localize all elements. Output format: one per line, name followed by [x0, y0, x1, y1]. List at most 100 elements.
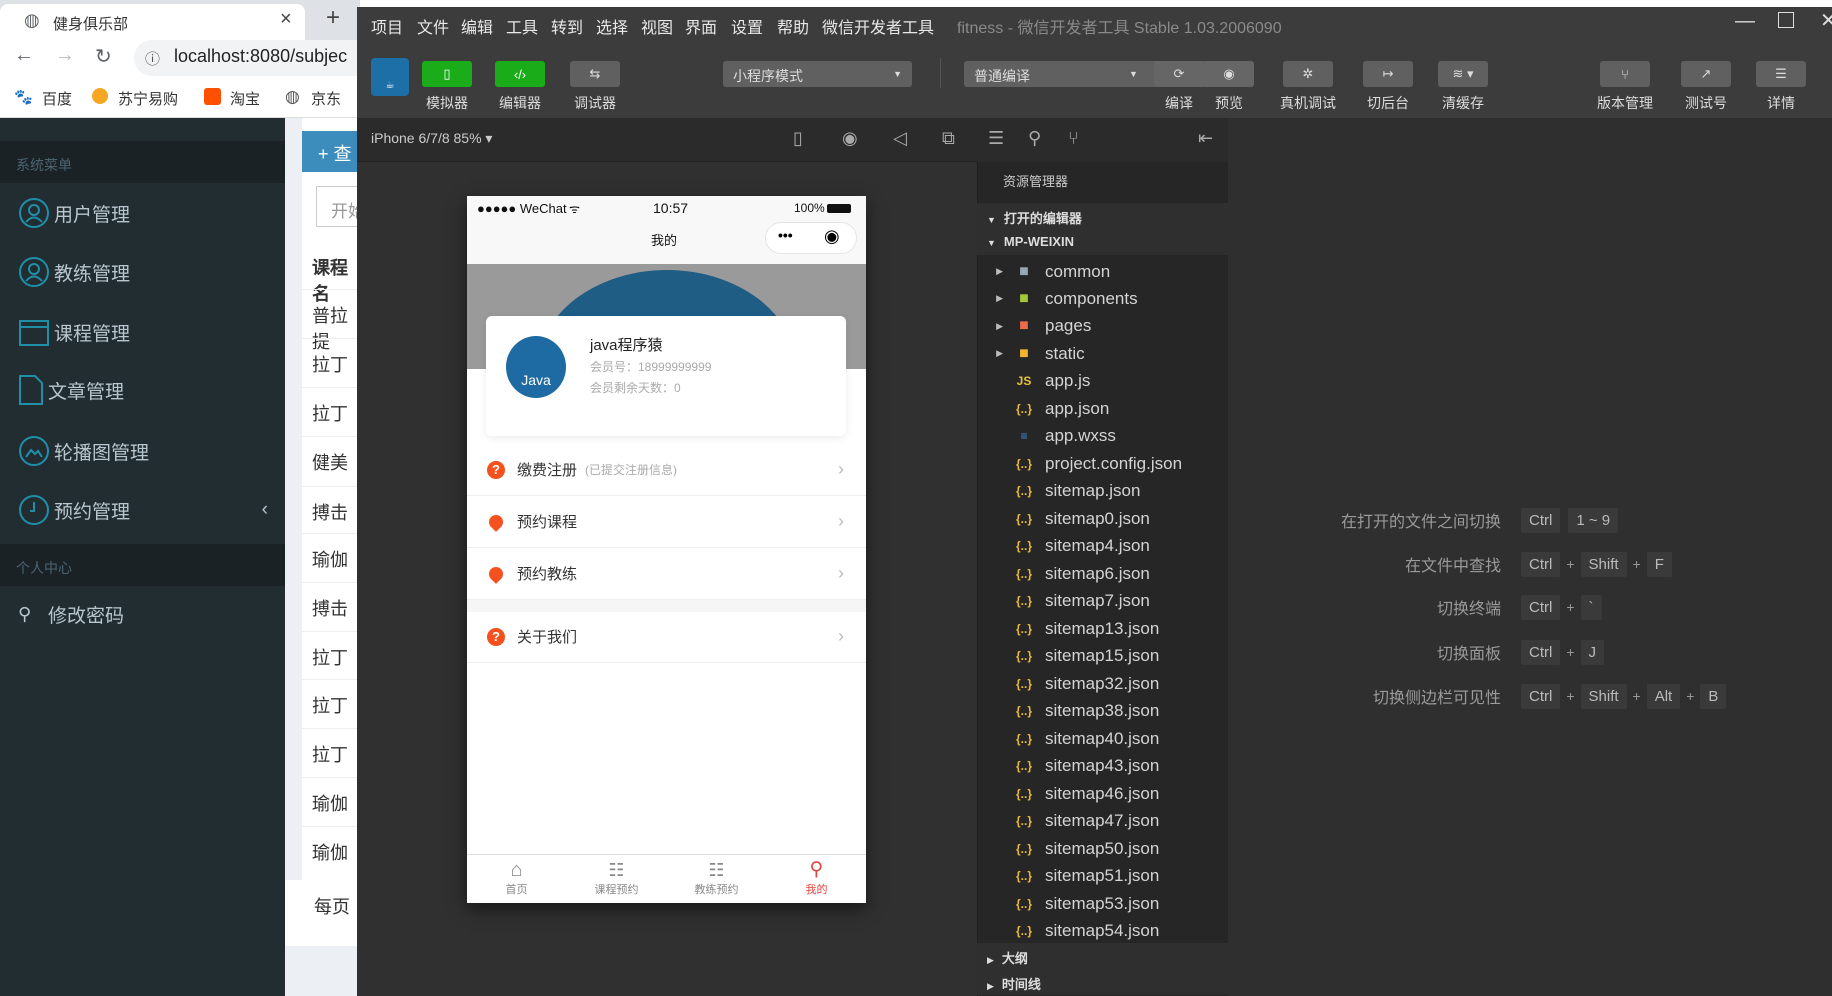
menu-item-book-coach[interactable]: 预约教练 › [467, 548, 866, 600]
debugger-button[interactable]: ⇆ [570, 61, 620, 87]
new-tab-button[interactable]: + [326, 4, 340, 32]
sidebar-item-bookings[interactable]: 预约管理 ‹ [18, 490, 268, 530]
info-icon[interactable]: ⓘ [145, 48, 160, 69]
file-item[interactable]: {..} sitemap47.json [977, 808, 1228, 835]
sidebar-item-courses[interactable]: 课程管理 [18, 312, 130, 352]
folder-item[interactable]: ▶ ■ common [977, 258, 1228, 285]
menu-item[interactable]: 选择 [596, 14, 628, 38]
file-item[interactable]: JS app.js [977, 368, 1228, 395]
url-text[interactable]: localhost:8080/subjec [174, 46, 347, 67]
file-item[interactable]: {..} sitemap0.json [977, 505, 1228, 532]
menu-item[interactable]: 文件 [417, 14, 449, 38]
table-row[interactable]: 健美 [302, 436, 360, 484]
tab-home[interactable]: ⌂ 首页 [467, 859, 566, 897]
table-row[interactable]: 拉丁 [302, 679, 360, 727]
version-button[interactable]: ⑂ [1600, 61, 1650, 87]
bookmark-suning[interactable]: 苏宁易购 [118, 88, 178, 109]
open-editors-section[interactable]: ▼ 打开的编辑器 [977, 203, 1228, 229]
tab-coach-booking[interactable]: ☷ 教练预约 [667, 859, 766, 897]
file-item[interactable]: {..} sitemap4.json [977, 533, 1228, 560]
table-row[interactable]: 瑜伽 [302, 826, 360, 874]
folder-item[interactable]: ▶ ■ components [977, 285, 1228, 312]
sidebar-item-change-password[interactable]: ⚲ 修改密码 [18, 594, 124, 634]
git-branch-icon[interactable]: ⑂ [1068, 128, 1079, 149]
menu-item[interactable]: 转到 [551, 14, 583, 38]
bookmark-baidu[interactable]: 百度 [42, 88, 72, 109]
table-row[interactable]: 瑜伽 [302, 777, 360, 825]
add-button[interactable]: + 查 [302, 131, 362, 172]
table-row[interactable]: 拉丁 [302, 338, 360, 386]
menu-item[interactable]: 帮助 [777, 14, 809, 38]
menu-item-about[interactable]: ? 关于我们 › [467, 611, 866, 663]
sidebar-item-articles[interactable]: 文章管理 [18, 370, 124, 410]
file-item[interactable]: {..} sitemap.json [977, 478, 1228, 505]
table-row[interactable]: 瑜伽 [302, 533, 360, 581]
menu-item[interactable]: 工具 [506, 14, 538, 38]
mode-select[interactable]: 小程序模式 ▼ [723, 61, 912, 87]
file-item[interactable]: {..} sitemap53.json [977, 890, 1228, 917]
file-item[interactable]: {..} sitemap54.json [977, 918, 1228, 945]
menu-item-register[interactable]: ? 缴费注册 (已提交注册信息) › [467, 444, 866, 496]
tab-course-booking[interactable]: ☷ 课程预约 [567, 859, 666, 897]
remote-debug-button[interactable]: ✲ [1283, 61, 1333, 87]
menu-item[interactable]: 设置 [731, 14, 763, 38]
file-item[interactable]: {..} sitemap13.json [977, 615, 1228, 642]
tab-mine[interactable]: ⚲ 我的 [767, 859, 866, 897]
timeline-section[interactable]: ▶ 时间线 [977, 969, 1228, 995]
close-button[interactable]: ✕ [1820, 8, 1832, 33]
table-row[interactable]: 拉丁 [302, 631, 360, 679]
bookmark-jd[interactable]: 京东 [311, 88, 341, 109]
phone-icon[interactable]: ▯ [793, 128, 803, 149]
file-item[interactable]: {..} sitemap51.json [977, 863, 1228, 890]
sidebar-item-coaches[interactable]: 教练管理 [18, 252, 130, 292]
folder-item[interactable]: ▶ ■ static [977, 340, 1228, 367]
test-account-button[interactable]: ↗ [1681, 61, 1731, 87]
editor-button[interactable]: ‹/› [495, 61, 545, 87]
clear-cache-button[interactable]: ≋ ▾ [1438, 61, 1488, 87]
menu-item-book-course[interactable]: 预约课程 › [467, 496, 866, 548]
bookmark-taobao[interactable]: 淘宝 [230, 88, 260, 109]
minimize-button[interactable]: — [1735, 10, 1755, 33]
maximize-button[interactable] [1778, 12, 1794, 28]
table-row[interactable]: 搏击 [302, 582, 360, 630]
file-item[interactable]: {..} sitemap43.json [977, 753, 1228, 780]
file-item[interactable]: {..} sitemap40.json [977, 725, 1228, 752]
file-item[interactable]: {..} sitemap15.json [977, 643, 1228, 670]
search-icon[interactable]: ⚲ [1028, 128, 1041, 149]
menu-item[interactable]: 项目 [371, 14, 403, 38]
details-button[interactable]: ☰ [1756, 61, 1806, 87]
folder-item[interactable]: ▶ ■ pages [977, 313, 1228, 340]
file-item[interactable]: {..} project.config.json [977, 450, 1228, 477]
menu-item[interactable]: 视图 [641, 14, 673, 38]
menu-item[interactable]: 编辑 [461, 14, 493, 38]
file-item[interactable]: {..} sitemap6.json [977, 560, 1228, 587]
volume-icon[interactable]: ◁ [893, 128, 907, 149]
device-select[interactable]: iPhone 6/7/8 85% ▾ [371, 130, 492, 147]
file-item[interactable]: {..} sitemap32.json [977, 670, 1228, 697]
reload-icon[interactable]: ↻ [95, 44, 112, 69]
file-item[interactable]: {..} app.json [977, 395, 1228, 422]
more-icon[interactable]: ••• [778, 227, 793, 243]
preview-button[interactable]: ◉ [1204, 61, 1254, 87]
table-row[interactable]: 拉丁 [302, 728, 360, 776]
file-item[interactable]: ≡ app.wxss [977, 423, 1228, 450]
compile-button[interactable]: ⟳ [1154, 61, 1204, 87]
back-icon[interactable]: ← [14, 44, 34, 67]
tab-close-button[interactable]: × [280, 8, 292, 31]
table-row[interactable]: 普拉提 [302, 289, 360, 352]
browser-tab[interactable] [0, 4, 305, 44]
background-button[interactable]: ↦ [1363, 61, 1413, 87]
file-item[interactable]: {..} sitemap46.json [977, 780, 1228, 807]
simulator-button[interactable]: ▯ [422, 61, 472, 87]
collapse-sidebar-icon[interactable]: ⇤ [1198, 128, 1213, 149]
record-icon[interactable]: ◉ [842, 128, 858, 149]
menu-item[interactable]: 微信开发者工具 [822, 14, 934, 38]
close-mini-program-icon[interactable]: ◉ [824, 226, 840, 247]
detach-window-icon[interactable]: ⧉ [942, 128, 955, 149]
avatar[interactable]: ☕ [371, 58, 409, 96]
forward-icon[interactable]: → [55, 44, 75, 67]
project-root-section[interactable]: ▼ MP-WEIXIN [977, 229, 1228, 255]
file-item[interactable]: {..} sitemap50.json [977, 835, 1228, 862]
sidebar-item-users[interactable]: 用户管理 [18, 193, 130, 233]
file-item[interactable]: {..} sitemap7.json [977, 588, 1228, 615]
